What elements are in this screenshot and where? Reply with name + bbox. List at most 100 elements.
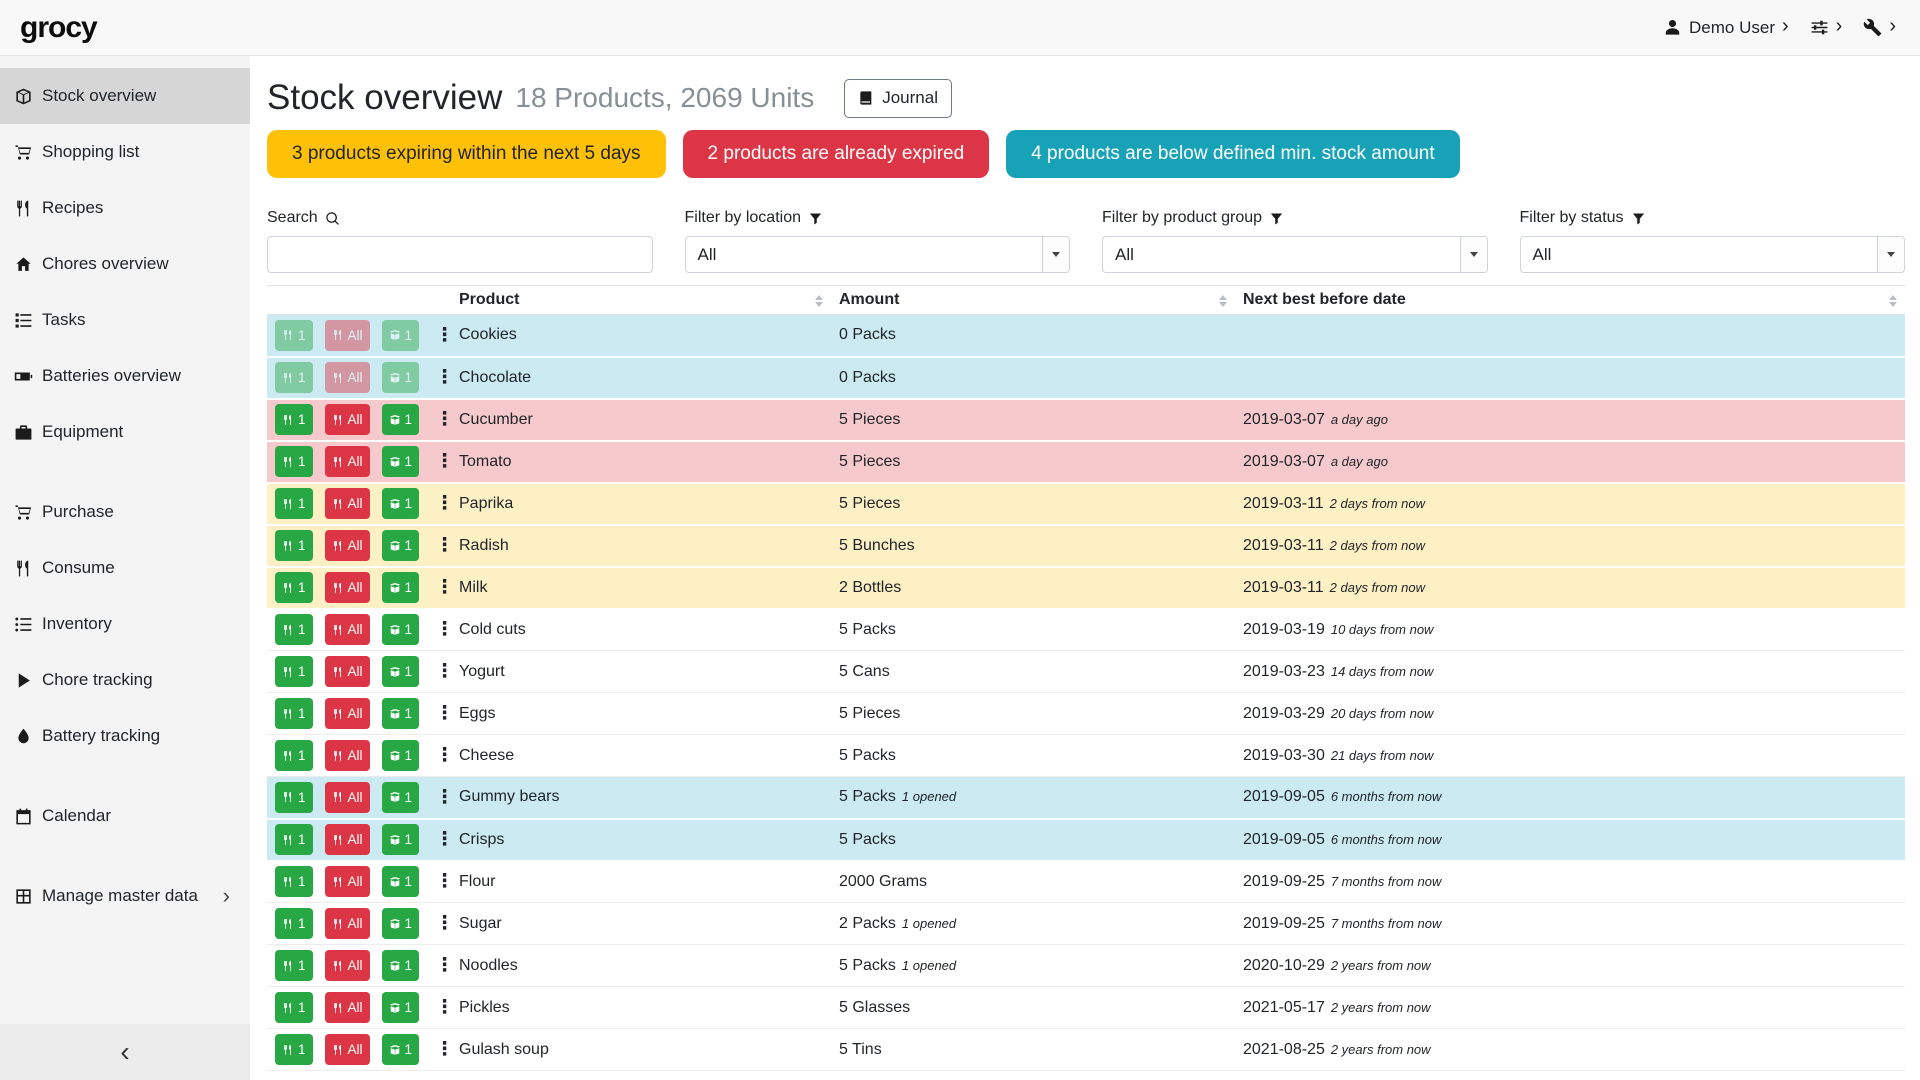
sidebar-item-chore-tracking[interactable]: Chore tracking	[0, 652, 250, 708]
consume-all-button[interactable]: All	[325, 782, 370, 813]
open-one-button[interactable]: 1	[382, 320, 420, 351]
brand-logo[interactable]: grocy	[20, 11, 97, 45]
consume-all-button[interactable]: All	[325, 1034, 370, 1065]
row-menu-button[interactable]: ⋮	[433, 408, 456, 431]
filter-by-location-select[interactable]: All	[685, 236, 1071, 273]
journal-button[interactable]: Journal	[844, 79, 952, 118]
consume-all-button[interactable]: All	[325, 362, 370, 393]
row-menu-button[interactable]: ⋮	[433, 366, 456, 389]
consume-one-button[interactable]: 1	[275, 908, 313, 939]
below-min-alert[interactable]: 4 products are below defined min. stock …	[1006, 130, 1459, 178]
row-menu-button[interactable]: ⋮	[433, 744, 456, 767]
sidebar-collapse-button[interactable]: ‹	[0, 1024, 250, 1080]
sidebar-item-battery-tracking[interactable]: Battery tracking	[0, 708, 250, 764]
row-menu-button[interactable]: ⋮	[433, 870, 456, 893]
consume-one-button[interactable]: 1	[275, 320, 313, 351]
row-menu-button[interactable]: ⋮	[433, 1038, 456, 1061]
sidebar-item-chores-overview[interactable]: Chores overview	[0, 236, 250, 292]
open-one-button[interactable]: 1	[382, 866, 420, 897]
open-one-button[interactable]: 1	[382, 404, 420, 435]
sidebar-item-purchase[interactable]: Purchase	[0, 484, 250, 540]
open-one-button[interactable]: 1	[382, 656, 420, 687]
row-menu-button[interactable]: ⋮	[433, 996, 456, 1019]
open-one-button[interactable]: 1	[382, 572, 420, 603]
consume-one-button[interactable]: 1	[275, 824, 313, 855]
sidebar-item-manage-master-data[interactable]: Manage master data›	[0, 868, 250, 924]
consume-all-button[interactable]: All	[325, 698, 370, 729]
sidebar-item-equipment[interactable]: Equipment	[0, 404, 250, 460]
row-menu-button[interactable]: ⋮	[433, 492, 456, 515]
stock-settings-menu[interactable]: ›	[1810, 16, 1843, 39]
user-menu[interactable]: Demo User ›	[1663, 16, 1789, 39]
row-menu-button[interactable]: ⋮	[433, 324, 456, 347]
sidebar-item-tasks[interactable]: Tasks	[0, 292, 250, 348]
open-one-button[interactable]: 1	[382, 614, 420, 645]
consume-one-button[interactable]: 1	[275, 782, 313, 813]
sidebar-item-batteries-overview[interactable]: Batteries overview	[0, 348, 250, 404]
consume-all-button[interactable]: All	[325, 320, 370, 351]
expired-alert[interactable]: 2 products are already expired	[683, 130, 990, 178]
expiring-alert[interactable]: 3 products expiring within the next 5 da…	[267, 130, 666, 178]
consume-all-button[interactable]: All	[325, 740, 370, 771]
row-menu-button[interactable]: ⋮	[433, 828, 456, 851]
consume-all-button[interactable]: All	[325, 614, 370, 645]
consume-all-button[interactable]: All	[325, 404, 370, 435]
column-header-amount[interactable]: Amount	[831, 286, 1235, 315]
row-menu-button[interactable]: ⋮	[433, 618, 456, 641]
open-one-button[interactable]: 1	[382, 782, 420, 813]
open-one-button[interactable]: 1	[382, 1034, 420, 1065]
consume-one-button[interactable]: 1	[275, 488, 313, 519]
open-one-button[interactable]: 1	[382, 950, 420, 981]
row-menu-button[interactable]: ⋮	[433, 576, 456, 599]
row-menu-button[interactable]: ⋮	[433, 786, 456, 809]
consume-one-button[interactable]: 1	[275, 740, 313, 771]
consume-one-button[interactable]: 1	[275, 362, 313, 393]
filter-by-status-select[interactable]: All	[1520, 236, 1906, 273]
filter-by-product-group-select[interactable]: All	[1102, 236, 1488, 273]
sidebar-item-recipes[interactable]: Recipes	[0, 180, 250, 236]
sidebar-item-consume[interactable]: Consume	[0, 540, 250, 596]
row-menu-button[interactable]: ⋮	[433, 912, 456, 935]
admin-menu[interactable]: ›	[1863, 16, 1896, 39]
open-one-button[interactable]: 1	[382, 488, 420, 519]
consume-one-button[interactable]: 1	[275, 866, 313, 897]
sidebar-item-shopping-list[interactable]: Shopping list	[0, 124, 250, 180]
sidebar-item-calendar[interactable]: Calendar	[0, 788, 250, 844]
open-one-button[interactable]: 1	[382, 446, 420, 477]
consume-all-button[interactable]: All	[325, 530, 370, 561]
open-one-button[interactable]: 1	[382, 740, 420, 771]
consume-all-button[interactable]: All	[325, 866, 370, 897]
open-one-button[interactable]: 1	[382, 824, 420, 855]
consume-one-button[interactable]: 1	[275, 950, 313, 981]
open-one-button[interactable]: 1	[382, 992, 420, 1023]
sidebar-item-stock-overview[interactable]: Stock overview	[0, 68, 250, 124]
search-input[interactable]	[267, 236, 653, 273]
row-menu-button[interactable]: ⋮	[433, 702, 456, 725]
consume-all-button[interactable]: All	[325, 824, 370, 855]
row-menu-button[interactable]: ⋮	[433, 450, 456, 473]
consume-all-button[interactable]: All	[325, 446, 370, 477]
consume-all-button[interactable]: All	[325, 656, 370, 687]
open-one-button[interactable]: 1	[382, 362, 420, 393]
consume-one-button[interactable]: 1	[275, 1034, 313, 1065]
column-header-product[interactable]: Product	[451, 286, 831, 315]
row-menu-button[interactable]: ⋮	[433, 534, 456, 557]
consume-one-button[interactable]: 1	[275, 614, 313, 645]
consume-one-button[interactable]: 1	[275, 656, 313, 687]
consume-one-button[interactable]: 1	[275, 404, 313, 435]
consume-all-button[interactable]: All	[325, 572, 370, 603]
consume-one-button[interactable]: 1	[275, 530, 313, 561]
consume-one-button[interactable]: 1	[275, 698, 313, 729]
open-one-button[interactable]: 1	[382, 908, 420, 939]
consume-one-button[interactable]: 1	[275, 446, 313, 477]
consume-all-button[interactable]: All	[325, 992, 370, 1023]
sidebar-item-inventory[interactable]: Inventory	[0, 596, 250, 652]
column-header-bbd[interactable]: Next best before date	[1235, 286, 1905, 315]
open-one-button[interactable]: 1	[382, 698, 420, 729]
consume-all-button[interactable]: All	[325, 950, 370, 981]
open-one-button[interactable]: 1	[382, 530, 420, 561]
row-menu-button[interactable]: ⋮	[433, 954, 456, 977]
consume-one-button[interactable]: 1	[275, 572, 313, 603]
consume-all-button[interactable]: All	[325, 488, 370, 519]
consume-one-button[interactable]: 1	[275, 992, 313, 1023]
